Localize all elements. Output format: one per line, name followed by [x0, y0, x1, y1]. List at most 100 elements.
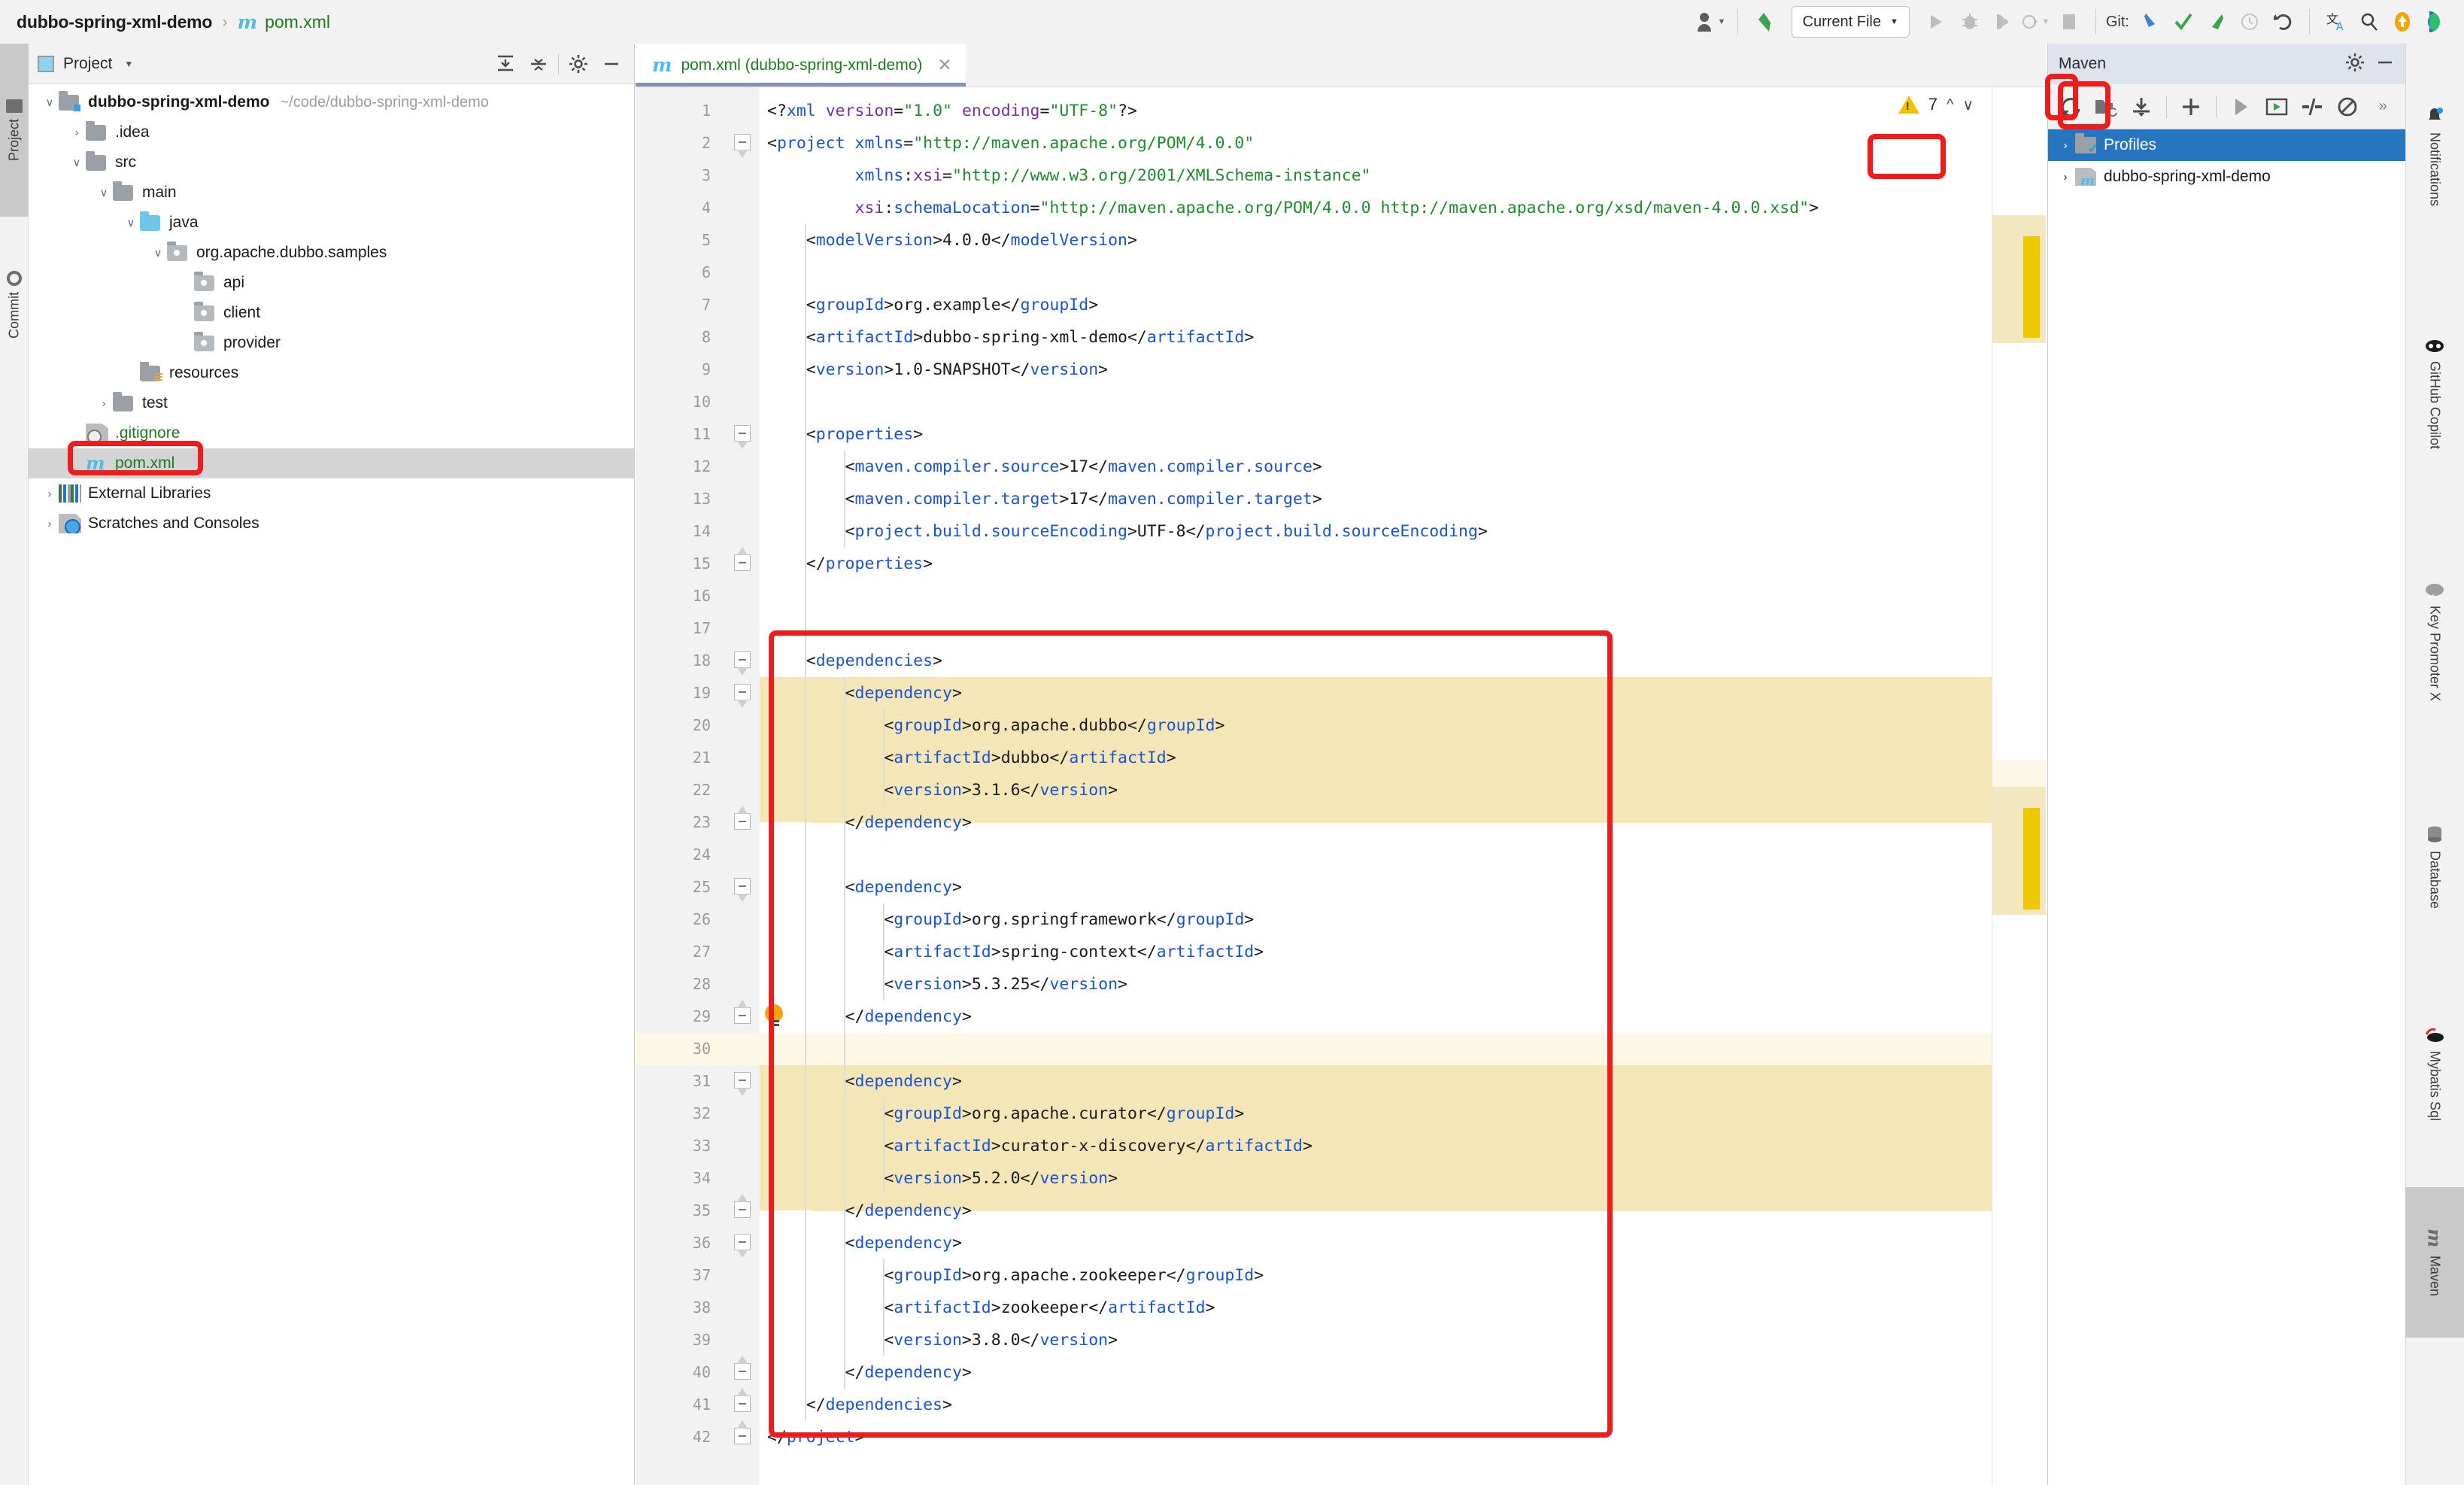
- debug-icon[interactable]: [1953, 5, 1986, 38]
- gear-icon[interactable]: [2345, 53, 2365, 76]
- tree-item[interactable]: ∨dubbo-spring-xml-demo~/code/dubbo-sprin…: [29, 87, 634, 117]
- stop-icon[interactable]: [2053, 5, 2086, 38]
- sidebar-item-maven[interactable]: m Maven: [2405, 1187, 2464, 1338]
- tree-item[interactable]: ›test: [29, 388, 634, 418]
- commit-icon[interactable]: [2167, 5, 2200, 38]
- fold-toggle-icon[interactable]: [734, 1395, 752, 1414]
- tree-item[interactable]: ›External Libraries: [29, 478, 634, 509]
- code-editor[interactable]: <?xml version="1.0" encoding="UTF-8"?><p…: [636, 87, 2046, 1485]
- expand-all-icon[interactable]: [492, 50, 519, 77]
- close-icon[interactable]: ✕: [937, 55, 951, 75]
- maven-tree-item-selected[interactable]: ›Profiles: [2048, 129, 2405, 161]
- sidebar-item-mybatis-sql[interactable]: Mybatis Sql: [2405, 969, 2464, 1180]
- update-project-icon[interactable]: [2134, 5, 2167, 38]
- editor-marker-bar[interactable]: [1992, 87, 2046, 1485]
- add-maven-project-icon[interactable]: [2089, 90, 2122, 124]
- user-avatar-icon[interactable]: ▼: [1695, 5, 1728, 38]
- tree-item[interactable]: client: [29, 298, 634, 328]
- toggle-offline-icon[interactable]: [2332, 90, 2364, 124]
- fold-toggle-icon[interactable]: [734, 134, 752, 152]
- tree-item[interactable]: api: [29, 268, 634, 298]
- tree-item[interactable]: .gitignore: [29, 418, 634, 448]
- more-icon[interactable]: »: [2367, 90, 2399, 124]
- chevron-icon[interactable]: ∨: [41, 96, 59, 109]
- tree-item[interactable]: ∨main: [29, 178, 634, 208]
- chevron-down-icon[interactable]: ∨: [1962, 96, 1974, 114]
- chevron-icon[interactable]: ∨: [149, 246, 167, 260]
- tree-item[interactable]: ∨java: [29, 208, 634, 238]
- plus-icon[interactable]: [2175, 90, 2208, 124]
- tree-item[interactable]: resources: [29, 358, 634, 388]
- sidebar-item-key-promoter-x[interactable]: X Key Promoter X: [2405, 518, 2464, 766]
- ai-assistant-icon[interactable]: [2419, 5, 2452, 38]
- tree-item[interactable]: ∨org.apache.dubbo.samples: [29, 238, 634, 268]
- fold-toggle-icon[interactable]: [734, 1007, 752, 1025]
- download-sources-icon[interactable]: [2125, 90, 2157, 124]
- sidebar-item-project[interactable]: Project: [0, 44, 29, 217]
- ide-update-icon[interactable]: [2386, 5, 2419, 38]
- line-number: 17: [636, 612, 711, 645]
- breadcrumb-file[interactable]: pom.xml: [265, 12, 330, 32]
- fold-toggle-icon[interactable]: [734, 813, 752, 831]
- code-token: >: [1254, 943, 1264, 961]
- tree-item[interactable]: ∨src: [29, 147, 634, 178]
- run-configuration-selector[interactable]: Current File ▼: [1792, 6, 1910, 38]
- fold-toggle-icon[interactable]: [734, 651, 752, 670]
- code-token: [767, 199, 855, 217]
- skip-tests-icon[interactable]: [2296, 90, 2328, 124]
- chevron-icon[interactable]: ›: [95, 397, 113, 410]
- code-folding-gutter[interactable]: [726, 87, 760, 1485]
- run-icon[interactable]: [2225, 90, 2257, 124]
- fold-toggle-icon[interactable]: [734, 1428, 752, 1446]
- chevron-icon[interactable]: ›: [68, 126, 86, 139]
- chevron-icon[interactable]: ›: [2056, 139, 2075, 152]
- tree-item[interactable]: provider: [29, 328, 634, 358]
- chevron-icon[interactable]: ›: [41, 487, 59, 500]
- chevron-icon[interactable]: ∨: [68, 156, 86, 169]
- chevron-up-icon[interactable]: ^: [1947, 96, 1953, 114]
- chevron-icon[interactable]: ›: [2056, 171, 2075, 184]
- execute-maven-goal-icon[interactable]: [2260, 90, 2293, 124]
- collapse-all-icon[interactable]: [525, 50, 552, 77]
- sidebar-item-commit[interactable]: Commit: [0, 224, 29, 386]
- translate-icon[interactable]: 文A: [2320, 5, 2353, 38]
- fold-toggle-icon[interactable]: [734, 554, 752, 572]
- inspection-widget[interactable]: 7 ^ ∨: [1898, 95, 1974, 114]
- tree-item-selected[interactable]: mpom.xml: [29, 448, 634, 478]
- fold-toggle-icon[interactable]: [734, 1363, 752, 1381]
- search-everywhere-icon[interactable]: [2353, 5, 2386, 38]
- gear-icon[interactable]: [565, 50, 592, 77]
- sidebar-item-notifications[interactable]: Notifications: [2405, 44, 2464, 269]
- sidebar-item-github-copilot[interactable]: GitHub Copilot: [2405, 277, 2464, 510]
- back-arrow-icon[interactable]: [1748, 5, 1781, 38]
- chevron-icon[interactable]: ∨: [122, 216, 140, 229]
- code-token: 17: [1069, 457, 1088, 476]
- run-icon[interactable]: [1920, 5, 1953, 38]
- breadcrumb-project[interactable]: dubbo-spring-xml-demo: [17, 12, 212, 32]
- minimize-icon[interactable]: [2375, 53, 2395, 76]
- editor-tab-pom-xml[interactable]: m pom.xml (dubbo-spring-xml-demo) ✕: [636, 44, 966, 87]
- minimize-icon[interactable]: [598, 50, 625, 77]
- history-icon[interactable]: [2233, 5, 2266, 38]
- profiler-icon[interactable]: ▼: [2019, 5, 2053, 38]
- fold-toggle-icon[interactable]: [734, 1234, 752, 1252]
- chevron-icon[interactable]: ›: [41, 518, 59, 530]
- push-icon[interactable]: [2200, 5, 2233, 38]
- rollback-icon[interactable]: [2266, 5, 2299, 38]
- code-token: project: [787, 1428, 855, 1447]
- fold-toggle-icon[interactable]: [734, 878, 752, 896]
- intention-bulb-icon[interactable]: [765, 1004, 784, 1030]
- tree-item[interactable]: ›.idea: [29, 117, 634, 147]
- sidebar-item-database[interactable]: Database: [2405, 773, 2464, 961]
- fold-toggle-icon[interactable]: [734, 1072, 752, 1090]
- tree-item[interactable]: ›Scratches and Consoles: [29, 509, 634, 539]
- maven-tree-item[interactable]: ›dubbo-spring-xml-demo: [2048, 161, 2405, 193]
- run-with-coverage-icon[interactable]: [1986, 5, 2019, 38]
- chevron-icon[interactable]: ∨: [95, 186, 113, 199]
- reload-all-maven-projects-icon[interactable]: [2054, 90, 2086, 124]
- fold-toggle-icon[interactable]: [734, 1201, 752, 1219]
- fold-toggle-icon[interactable]: [734, 684, 752, 702]
- code-token: dubbo-spring-xml-demo: [923, 328, 1127, 347]
- fold-toggle-icon[interactable]: [734, 425, 752, 443]
- chevron-down-icon[interactable]: ▼: [124, 59, 133, 69]
